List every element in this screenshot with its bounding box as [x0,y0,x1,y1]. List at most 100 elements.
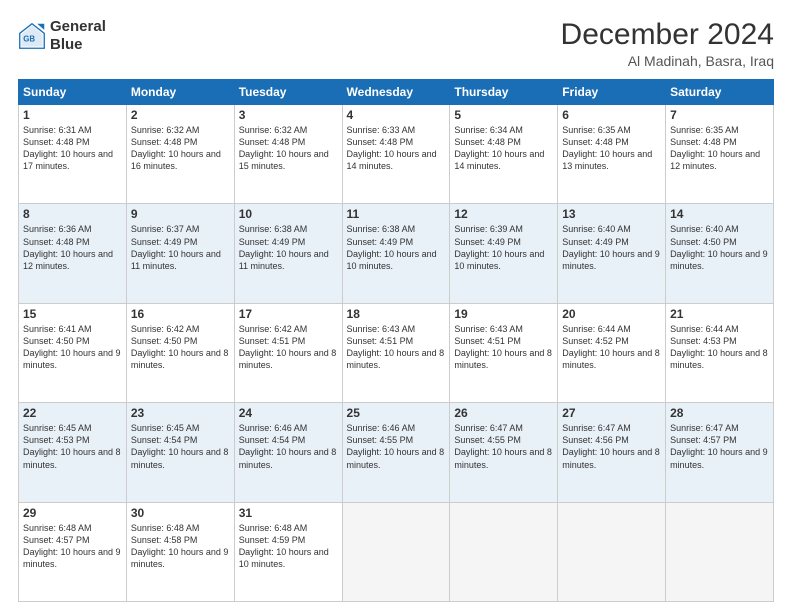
day-number: 8 [23,207,122,221]
col-header-monday: Monday [126,80,234,105]
cell-info: Sunrise: 6:46 AMSunset: 4:54 PMDaylight:… [239,423,337,469]
calendar-cell: 1 Sunrise: 6:31 AMSunset: 4:48 PMDaylight… [19,105,127,204]
calendar-cell [558,502,666,601]
day-number: 12 [454,207,553,221]
calendar-week-1: 1 Sunrise: 6:31 AMSunset: 4:48 PMDaylight… [19,105,774,204]
cell-info: Sunrise: 6:31 AMSunset: 4:48 PMDaylight:… [23,125,113,171]
cell-info: Sunrise: 6:40 AMSunset: 4:50 PMDaylight:… [670,224,768,270]
cell-info: Sunrise: 6:39 AMSunset: 4:49 PMDaylight:… [454,224,544,270]
calendar-cell [666,502,774,601]
day-number: 9 [131,207,230,221]
day-number: 5 [454,108,553,122]
calendar-cell: 7 Sunrise: 6:35 AMSunset: 4:48 PMDaylight… [666,105,774,204]
logo-icon: GB [18,22,46,50]
calendar-cell: 25 Sunrise: 6:46 AMSunset: 4:55 PMDayligh… [342,403,450,502]
cell-info: Sunrise: 6:46 AMSunset: 4:55 PMDaylight:… [347,423,445,469]
calendar-cell: 9Sunrise: 6:37 AMSunset: 4:49 PMDaylight… [126,204,234,303]
day-number: 7 [670,108,769,122]
day-number: 19 [454,307,553,321]
cell-info: Sunrise: 6:44 AMSunset: 4:53 PMDaylight:… [670,324,768,370]
calendar-cell: 6Sunrise: 6:35 AMSunset: 4:48 PMDaylight… [558,105,666,204]
logo: GB General Blue [18,18,106,54]
cell-info: Sunrise: 6:45 AMSunset: 4:54 PMDaylight:… [131,423,229,469]
cell-info: Sunrise: 6:42 AMSunset: 4:51 PMDaylight:… [239,324,337,370]
cell-info: Sunrise: 6:48 AMSunset: 4:58 PMDaylight:… [131,523,229,569]
cell-info: Sunrise: 6:43 AMSunset: 4:51 PMDaylight:… [454,324,552,370]
cell-info: Sunrise: 6:35 AMSunset: 4:48 PMDaylight:… [670,125,760,171]
day-number: 16 [131,307,230,321]
cell-info: Sunrise: 6:42 AMSunset: 4:50 PMDaylight:… [131,324,229,370]
calendar-cell: 4 Sunrise: 6:33 AMSunset: 4:48 PMDaylight… [342,105,450,204]
cell-info: Sunrise: 6:38 AMSunset: 4:49 PMDaylight:… [347,224,437,270]
day-number: 24 [239,406,338,420]
day-number: 4 [347,108,446,122]
calendar-cell: 5 Sunrise: 6:34 AMSunset: 4:48 PMDaylight… [450,105,558,204]
cell-info: Sunrise: 6:40 AMSunset: 4:49 PMDaylight:… [562,224,660,270]
calendar-cell: 24 Sunrise: 6:46 AMSunset: 4:54 PMDayligh… [234,403,342,502]
cell-info: Sunrise: 6:32 AMSunset: 4:48 PMDaylight:… [239,125,329,171]
cell-info: Sunrise: 6:38 AMSunset: 4:49 PMDaylight:… [239,224,329,270]
calendar-cell [342,502,450,601]
day-number: 2 [131,108,230,122]
subtitle: Al Madinah, Basra, Iraq [561,53,774,69]
calendar-cell: 22Sunrise: 6:45 AMSunset: 4:53 PMDayligh… [19,403,127,502]
calendar-cell: 23 Sunrise: 6:45 AMSunset: 4:54 PMDayligh… [126,403,234,502]
day-number: 10 [239,207,338,221]
day-number: 29 [23,506,122,520]
calendar-cell: 8 Sunrise: 6:36 AMSunset: 4:48 PMDaylight… [19,204,127,303]
calendar-cell [450,502,558,601]
day-number: 23 [131,406,230,420]
calendar-cell: 21 Sunrise: 6:44 AMSunset: 4:53 PMDayligh… [666,303,774,402]
cell-info: Sunrise: 6:47 AMSunset: 4:55 PMDaylight:… [454,423,552,469]
cell-info: Sunrise: 6:33 AMSunset: 4:48 PMDaylight:… [347,125,437,171]
col-header-friday: Friday [558,80,666,105]
cell-info: Sunrise: 6:35 AMSunset: 4:48 PMDaylight:… [562,125,652,171]
calendar-cell: 18 Sunrise: 6:43 AMSunset: 4:51 PMDayligh… [342,303,450,402]
day-number: 26 [454,406,553,420]
cell-info: Sunrise: 6:34 AMSunset: 4:48 PMDaylight:… [454,125,544,171]
day-number: 3 [239,108,338,122]
cell-info: Sunrise: 6:44 AMSunset: 4:52 PMDaylight:… [562,324,660,370]
calendar-week-4: 22Sunrise: 6:45 AMSunset: 4:53 PMDayligh… [19,403,774,502]
calendar-cell: 15Sunrise: 6:41 AMSunset: 4:50 PMDayligh… [19,303,127,402]
calendar-cell: 13 Sunrise: 6:40 AMSunset: 4:49 PMDayligh… [558,204,666,303]
calendar-cell: 28 Sunrise: 6:47 AMSunset: 4:57 PMDayligh… [666,403,774,502]
main-title: December 2024 [561,18,774,51]
calendar-cell: 30 Sunrise: 6:48 AMSunset: 4:58 PMDayligh… [126,502,234,601]
col-header-saturday: Saturday [666,80,774,105]
col-header-wednesday: Wednesday [342,80,450,105]
day-number: 21 [670,307,769,321]
day-number: 14 [670,207,769,221]
day-number: 25 [347,406,446,420]
cell-info: Sunrise: 6:36 AMSunset: 4:48 PMDaylight:… [23,224,113,270]
calendar-cell: 2 Sunrise: 6:32 AMSunset: 4:48 PMDaylight… [126,105,234,204]
day-number: 11 [347,207,446,221]
calendar-cell: 12 Sunrise: 6:39 AMSunset: 4:49 PMDayligh… [450,204,558,303]
title-block: December 2024 Al Madinah, Basra, Iraq [561,18,774,69]
col-header-sunday: Sunday [19,80,127,105]
day-number: 18 [347,307,446,321]
day-number: 1 [23,108,122,122]
calendar-cell: 10 Sunrise: 6:38 AMSunset: 4:49 PMDayligh… [234,204,342,303]
day-number: 27 [562,406,661,420]
day-number: 30 [131,506,230,520]
day-number: 13 [562,207,661,221]
calendar-cell: 20Sunrise: 6:44 AMSunset: 4:52 PMDayligh… [558,303,666,402]
calendar-cell: 16 Sunrise: 6:42 AMSunset: 4:50 PMDayligh… [126,303,234,402]
header: GB General Blue December 2024 Al Madinah… [18,18,774,69]
calendar-cell: 14 Sunrise: 6:40 AMSunset: 4:50 PMDayligh… [666,204,774,303]
calendar-cell: 31Sunrise: 6:48 AMSunset: 4:59 PMDayligh… [234,502,342,601]
cell-info: Sunrise: 6:32 AMSunset: 4:48 PMDaylight:… [131,125,221,171]
day-number: 15 [23,307,122,321]
calendar-table: SundayMondayTuesdayWednesdayThursdayFrid… [18,79,774,602]
calendar-cell: 17Sunrise: 6:42 AMSunset: 4:51 PMDayligh… [234,303,342,402]
cell-info: Sunrise: 6:47 AMSunset: 4:57 PMDaylight:… [670,423,768,469]
day-number: 28 [670,406,769,420]
logo-text: General Blue [50,18,106,54]
calendar-week-2: 8 Sunrise: 6:36 AMSunset: 4:48 PMDaylight… [19,204,774,303]
logo-line2: Blue [50,36,106,54]
cell-info: Sunrise: 6:43 AMSunset: 4:51 PMDaylight:… [347,324,445,370]
calendar-cell: 29Sunrise: 6:48 AMSunset: 4:57 PMDayligh… [19,502,127,601]
cell-info: Sunrise: 6:47 AMSunset: 4:56 PMDaylight:… [562,423,660,469]
calendar-cell: 11 Sunrise: 6:38 AMSunset: 4:49 PMDayligh… [342,204,450,303]
